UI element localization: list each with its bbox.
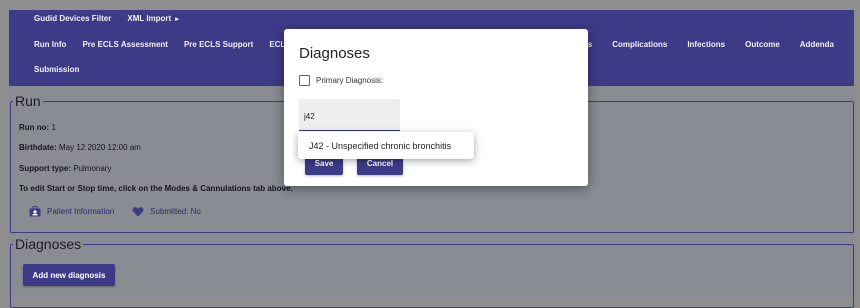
edit-note: To edit Start or Stop time, click on the… — [19, 184, 293, 193]
support-type-label: Support type: — [19, 164, 71, 173]
nav-pre-ecls-support[interactable]: Pre ECLS Support — [176, 40, 261, 49]
nav-infections[interactable]: Infections — [677, 40, 735, 49]
diagnoses-dialog: Diagnoses Primary Diagnosis: Save Cancel — [284, 29, 588, 186]
nav-row-2-right: ures Complications Infections Outcome Ad… — [565, 40, 844, 49]
nav-complications[interactable]: Complications — [602, 40, 677, 49]
diagnoses-legend: Diagnoses — [15, 236, 82, 252]
patient-card-icon — [29, 206, 41, 217]
submitted-status: Submitted: No — [132, 206, 201, 217]
nav-addenda[interactable]: Addenda — [790, 40, 844, 49]
nav-outcome[interactable]: Outcome — [735, 40, 790, 49]
nav-gudid-devices-filter[interactable]: Gudid Devices Filter — [9, 14, 119, 23]
patient-information-link[interactable]: Patient Information — [29, 206, 114, 217]
birthdate-line: Birthdate: May 12 2020 12:00 am — [19, 143, 141, 152]
nav-row-3: Submission — [9, 65, 87, 74]
primary-diagnosis-checkbox[interactable] — [299, 75, 310, 86]
run-links: Patient Information Submitted: No — [29, 206, 219, 217]
nav-row-1: Gudid Devices Filter XML Import ▸ — [9, 14, 187, 23]
nav-pre-ecls-assessment[interactable]: Pre ECLS Assessment — [74, 40, 176, 49]
nav-run-info[interactable]: Run Info — [9, 40, 74, 49]
submitted-label: Submitted: No — [150, 207, 201, 216]
primary-diagnosis-label: Primary Diagnosis: — [316, 76, 384, 85]
suggestion-option[interactable]: J42 - Unspecified chronic bronchitis — [309, 141, 451, 151]
nav-xml-import-label: XML Import — [127, 14, 172, 23]
caret-right-icon: ▸ — [175, 16, 179, 23]
diagnosis-suggestions: J42 - Unspecified chronic bronchitis — [298, 132, 474, 159]
run-no-label: Run no: — [19, 123, 50, 132]
primary-diagnosis-row: Primary Diagnosis: — [299, 75, 383, 86]
support-type-value: Pulmonary — [73, 164, 112, 173]
nav-row-2: Run Info Pre ECLS Assessment Pre ECLS Su… — [9, 40, 306, 49]
patient-information-label: Patient Information — [47, 207, 115, 216]
heart-icon — [132, 207, 144, 217]
diagnosis-search-input[interactable] — [304, 112, 394, 121]
dialog-title: Diagnoses — [299, 45, 370, 62]
nav-submission[interactable]: Submission — [9, 65, 87, 74]
diagnoses-section: Diagnoses — [10, 236, 854, 308]
support-type-line: Support type: Pulmonary — [19, 164, 111, 173]
edit-note-text: To edit Start or Stop time, click on the… — [19, 184, 293, 193]
run-no-value: 1 — [51, 123, 56, 132]
birthdate-value: May 12 2020 12:00 am — [59, 143, 141, 152]
diagnosis-search-field — [299, 99, 400, 131]
add-new-diagnosis-button[interactable]: Add new diagnosis — [23, 264, 115, 286]
birthdate-label: Birthdate: — [19, 143, 57, 152]
nav-xml-import[interactable]: XML Import ▸ — [119, 14, 186, 23]
run-no-line: Run no: 1 — [19, 123, 56, 132]
run-legend: Run — [15, 93, 41, 109]
